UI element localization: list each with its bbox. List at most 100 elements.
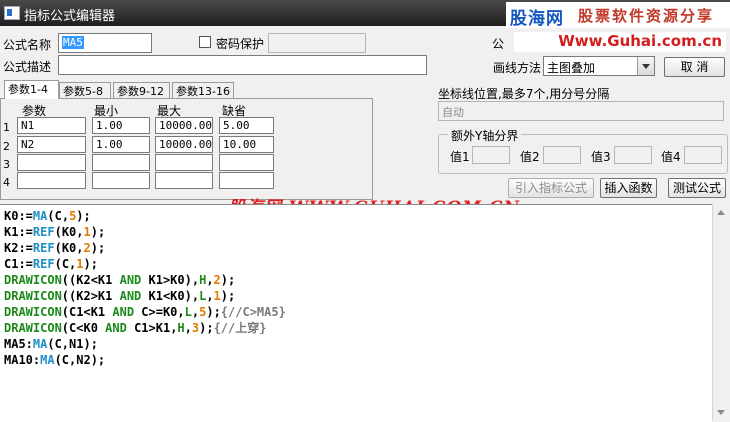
- param-default-input[interactable]: 10.00: [219, 136, 274, 153]
- code-token: );: [206, 305, 221, 319]
- code-token: K1<K0),: [141, 289, 200, 303]
- code-token: (: [47, 209, 55, 223]
- chevron-down-icon[interactable]: [637, 57, 654, 75]
- code-token: );: [90, 241, 106, 255]
- param-row-number: 4: [3, 176, 10, 189]
- code-token: ,: [61, 209, 70, 223]
- formula-desc-input[interactable]: [58, 55, 427, 75]
- y-value-3-label: 值3: [591, 150, 611, 164]
- tab-params-9-12[interactable]: 参数9-12: [113, 82, 170, 99]
- tab-params-13-16[interactable]: 参数13-16: [172, 82, 234, 99]
- coord-lines-label: 坐标线位置,最多7个,用分号分隔: [438, 87, 610, 101]
- param-default-input[interactable]: [219, 154, 274, 171]
- password-input[interactable]: [268, 33, 366, 53]
- import-formula-button[interactable]: 引入指标公式: [508, 178, 594, 198]
- y-value-2-input[interactable]: [543, 146, 581, 164]
- param-max-input[interactable]: [155, 172, 213, 189]
- cancel-button[interactable]: 取 消: [664, 57, 725, 77]
- code-token: );: [83, 257, 98, 271]
- code-token: (C,N2);: [54, 353, 106, 367]
- code-token: AND: [119, 289, 142, 303]
- formula-desc-label: 公式描述: [3, 60, 52, 74]
- test-formula-button[interactable]: 测试公式: [668, 178, 726, 198]
- param-min-input[interactable]: 1.00: [92, 136, 150, 153]
- extra-y-axis-title: 额外Y轴分界: [448, 127, 522, 144]
- code-token: REF: [32, 257, 55, 271]
- formula-name-input[interactable]: MA5: [58, 33, 152, 53]
- y-value-3-input[interactable]: [614, 146, 652, 164]
- code-token: 2: [213, 273, 221, 287]
- param-min-input[interactable]: [92, 154, 150, 171]
- tab-params-5-8[interactable]: 参数5-8: [59, 82, 111, 99]
- code-token: MA10:: [4, 353, 41, 367]
- code-token: AND: [119, 273, 142, 287]
- code-token: MA: [40, 353, 55, 367]
- code-token: MA5:: [4, 337, 33, 351]
- code-token: REF: [32, 241, 55, 255]
- y-value-1-input[interactable]: [472, 146, 510, 164]
- code-token: C>=K0,: [134, 305, 185, 319]
- hidden-option-label: 公: [492, 37, 505, 51]
- code-token: MA: [32, 209, 48, 223]
- param-max-input[interactable]: 10000.00: [155, 117, 213, 134]
- code-token: K1:=: [4, 225, 33, 239]
- code-line: DRAWICON((K2<K1 AND K1>K0),H,2);: [4, 272, 235, 288]
- code-token: (C<K0: [61, 321, 106, 335]
- param-min-input[interactable]: 1.00: [92, 117, 150, 134]
- code-token: C1:=: [4, 257, 33, 271]
- code-line: MA5:MA(C,N1);: [4, 336, 98, 352]
- editor-scrollbar[interactable]: [712, 204, 730, 421]
- code-token: 1: [213, 289, 221, 303]
- param-default-input[interactable]: [219, 172, 274, 189]
- code-token: REF: [32, 225, 55, 239]
- param-row-number: 1: [3, 121, 10, 134]
- scroll-up-icon[interactable]: [713, 204, 730, 221]
- param-name-input[interactable]: [17, 154, 86, 171]
- code-token: {//上穿}: [213, 321, 267, 335]
- scroll-down-icon[interactable]: [713, 404, 730, 421]
- code-token: 2: [83, 241, 91, 255]
- param-name-input[interactable]: [17, 172, 86, 189]
- formula-name-label: 公式名称: [3, 38, 52, 52]
- param-max-input[interactable]: [155, 154, 213, 171]
- code-token: DRAWICON: [4, 273, 62, 287]
- code-line: C1:=REF(C,1);: [4, 256, 98, 272]
- y-value-4-input[interactable]: [684, 146, 722, 164]
- code-token: );: [90, 225, 106, 239]
- y-value-1-label: 值1: [450, 150, 470, 164]
- window-title: 指标公式编辑器: [24, 9, 116, 24]
- tab-params-1-4[interactable]: 参数1-4: [4, 80, 59, 99]
- coord-lines-input[interactable]: 自动: [438, 101, 724, 121]
- watermark-slogan: 股票软件资源分享: [578, 7, 715, 25]
- code-token: );: [220, 273, 236, 287]
- draw-method-select[interactable]: 主图叠加: [543, 56, 655, 76]
- code-token: AND: [112, 305, 135, 319]
- password-checkbox[interactable]: [199, 36, 211, 48]
- code-token: );: [76, 209, 91, 223]
- code-editor[interactable]: K0:=MA(C,5); K1:=REF(K0,1); K2:=REF(K0,2);…: [0, 204, 712, 422]
- draw-method-value: 主图叠加: [547, 61, 596, 75]
- code-line: DRAWICON((K2>K1 AND K1<K0),L,1);: [4, 288, 235, 304]
- code-line: K0:=MA(C,5);: [4, 208, 91, 224]
- code-token: K1>K0),: [141, 273, 200, 287]
- param-min-input[interactable]: [92, 172, 150, 189]
- insert-function-button[interactable]: 插入函数: [600, 178, 657, 198]
- y-value-2-label: 值2: [520, 150, 540, 164]
- code-token: (K0,: [54, 225, 84, 239]
- code-token: AND: [105, 321, 127, 335]
- code-token: C1>K1,: [126, 321, 178, 335]
- code-token: L: [184, 305, 192, 319]
- param-name-input[interactable]: N1: [17, 117, 86, 134]
- code-token: DRAWICON: [4, 321, 62, 335]
- code-token: DRAWICON: [4, 305, 62, 319]
- param-max-input[interactable]: 10000.00: [155, 136, 213, 153]
- param-name-input[interactable]: N2: [17, 136, 86, 153]
- code-token: DRAWICON: [4, 289, 62, 303]
- param-default-input[interactable]: 5.00: [219, 117, 274, 134]
- app-icon: [4, 6, 20, 20]
- code-token: (C,: [54, 257, 77, 271]
- code-token: K0:=: [4, 209, 33, 223]
- code-line: MA10:MA(C,N2);: [4, 352, 105, 368]
- draw-method-label: 画线方法: [493, 61, 542, 75]
- code-token: );: [199, 321, 214, 335]
